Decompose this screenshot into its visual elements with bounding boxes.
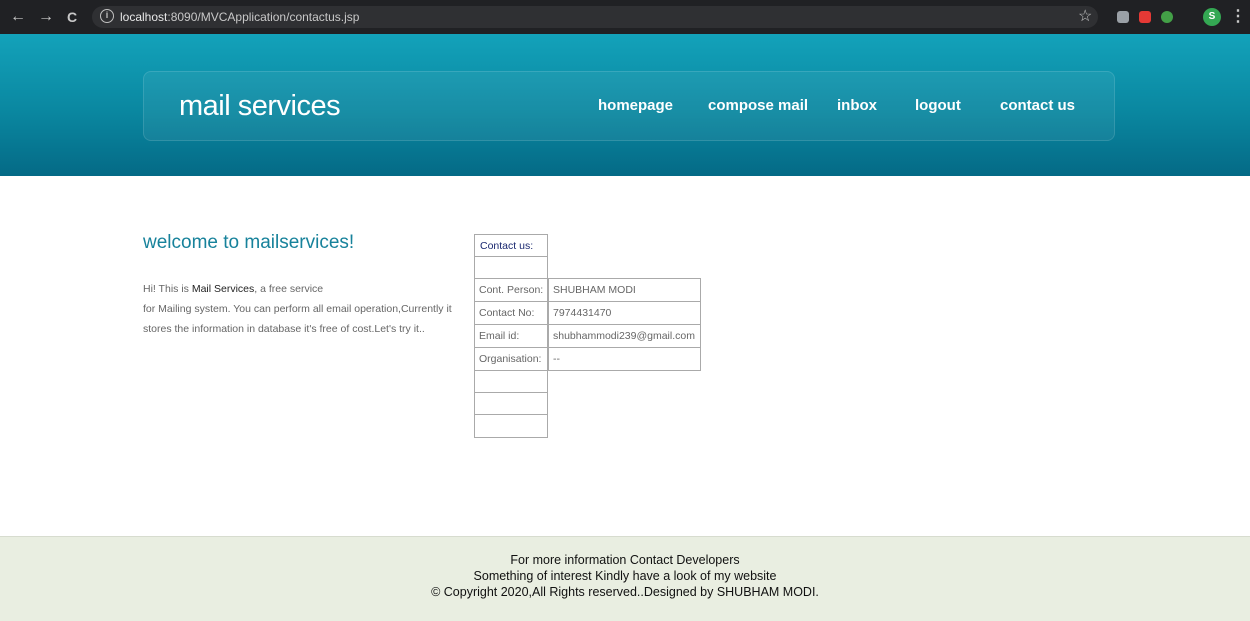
- contact-no-value: 7974431470: [548, 301, 701, 325]
- address-bar[interactable]: i localhost:8090/MVCApplication/contactu…: [92, 6, 1098, 28]
- organisation-value: --: [548, 347, 701, 371]
- url-path: :8090/MVCApplication/contactus.jsp: [167, 10, 360, 24]
- intro-line-1: Hi! This is Mail Services, a free servic…: [143, 279, 463, 299]
- organisation-label: Organisation:: [474, 347, 549, 371]
- intro-prefix: Hi! This is: [143, 283, 192, 295]
- address-url[interactable]: localhost:8090/MVCApplication/contactus.…: [120, 6, 359, 28]
- nav-logout[interactable]: logout: [915, 72, 961, 140]
- profile-avatar[interactable]: S: [1203, 8, 1221, 26]
- header-bar: mail services homepage compose mail inbo…: [143, 71, 1115, 141]
- forward-arrow-icon[interactable]: →: [36, 0, 56, 34]
- divider: [475, 414, 547, 415]
- table-row: Contact No: 7974431470: [474, 301, 701, 325]
- site-brand[interactable]: mail services: [179, 72, 341, 140]
- footer-line-1: For more information Contact Developers: [510, 553, 740, 567]
- welcome-heading: welcome to mailservices!: [143, 232, 355, 253]
- reload-icon[interactable]: C: [62, 0, 82, 34]
- table-row: Organisation: --: [474, 347, 701, 371]
- contact-title: Contact us:: [475, 235, 547, 257]
- extension-icon-3[interactable]: [1161, 11, 1173, 23]
- site-footer: For more information Contact Developers …: [0, 536, 1250, 621]
- intro-suffix: , a free service: [254, 283, 324, 295]
- divider: [475, 392, 547, 393]
- extension-icon-2[interactable]: [1139, 11, 1151, 23]
- table-row: Cont. Person: SHUBHAM MODI: [474, 278, 701, 302]
- contact-person-label: Cont. Person:: [474, 278, 549, 302]
- url-host: localhost: [120, 10, 168, 24]
- browser-toolbar: ← → C i localhost:8090/MVCApplication/co…: [0, 0, 1250, 34]
- nav-inbox[interactable]: inbox: [837, 72, 877, 140]
- site-info-icon[interactable]: i: [100, 9, 114, 23]
- footer-copyright: © Copyright 2020,All Rights reserved..De…: [431, 585, 819, 599]
- nav-contact-us[interactable]: contact us: [1000, 72, 1075, 140]
- email-label: Email id:: [474, 324, 549, 348]
- table-row: Email id: shubhammodi239@gmail.com: [474, 324, 701, 348]
- back-arrow-icon[interactable]: ←: [8, 0, 28, 34]
- contact-no-label: Contact No:: [474, 301, 549, 325]
- contact-info-table: Cont. Person: SHUBHAM MODI Contact No: 7…: [474, 278, 701, 371]
- site-header: mail services homepage compose mail inbo…: [0, 34, 1250, 176]
- nav-homepage[interactable]: homepage: [598, 72, 673, 140]
- intro-brand: Mail Services: [191, 283, 255, 295]
- bookmark-star-icon[interactable]: ☆: [1078, 0, 1092, 34]
- intro-line-2: for Mailing system. You can perform all …: [143, 303, 452, 315]
- email-value: shubhammodi239@gmail.com: [548, 324, 701, 348]
- extension-icon-1[interactable]: [1117, 11, 1129, 23]
- browser-menu-icon[interactable]: ⋮: [1230, 0, 1246, 34]
- intro-text: Hi! This is Mail Services, a free servic…: [143, 279, 463, 339]
- nav-compose-mail[interactable]: compose mail: [708, 72, 808, 140]
- contact-person-value: SHUBHAM MODI: [548, 278, 701, 302]
- footer-line-2[interactable]: Something of interest Kindly have a look…: [0, 568, 1250, 584]
- intro-line-3: stores the information in database it's …: [143, 323, 425, 335]
